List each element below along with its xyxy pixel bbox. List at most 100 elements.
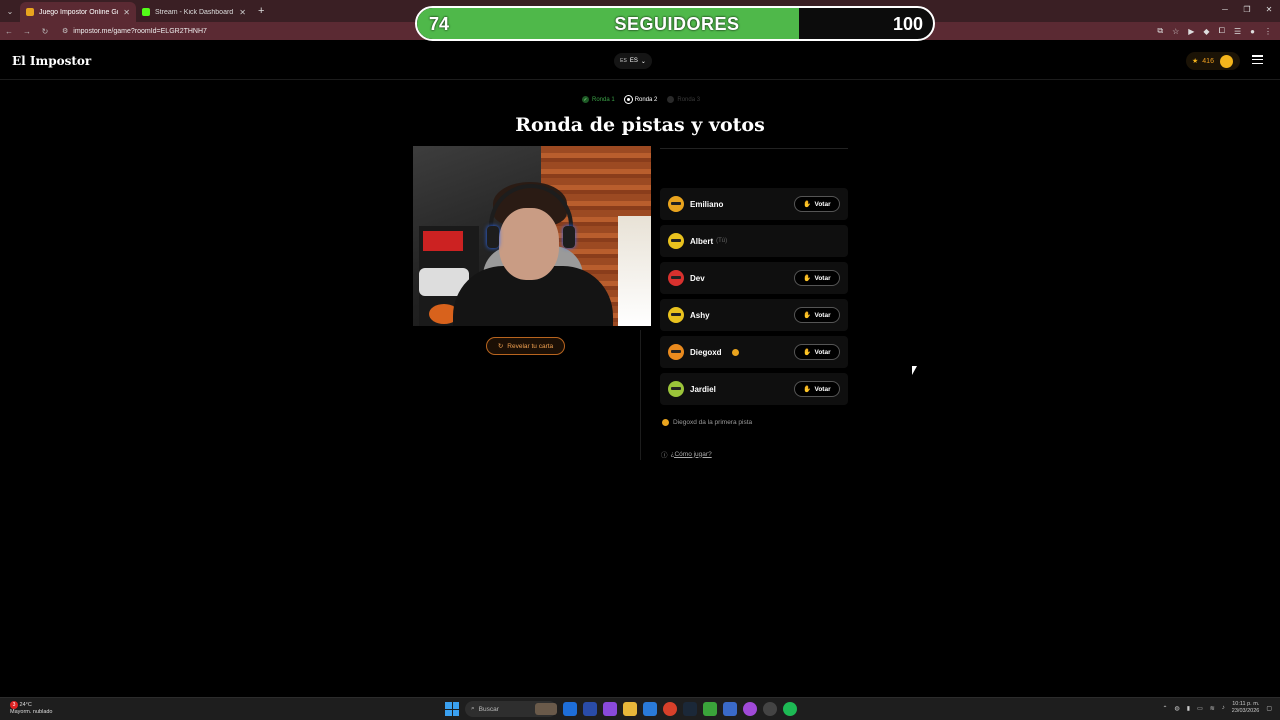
tab-kick[interactable]: Stream - Kick Dashboard ✕ (136, 2, 252, 22)
copilot-icon[interactable] (563, 702, 577, 716)
messenger-icon[interactable] (743, 702, 757, 716)
webcam-video (413, 146, 651, 326)
mic-icon[interactable]: ▮ (1187, 705, 1190, 712)
taskbar-apps: ⌕ Buscar (445, 701, 797, 717)
site-info-icon[interactable]: ⚙ (62, 27, 68, 35)
clock-time: 10:11 p. m. (1232, 701, 1260, 707)
followers-goal-bar: 74 SEGUIDORES 100 (415, 6, 935, 41)
hand-icon: ✋ (803, 312, 812, 319)
player-avatar-icon (668, 270, 684, 286)
bookmark-star-icon[interactable]: ☆ (1172, 27, 1179, 36)
url-text: impostor.me/game?roomId=ELGR2THNH7 (73, 27, 207, 35)
search-icon: ⌕ (471, 705, 475, 712)
vote-button[interactable]: ✋ Votar (794, 270, 840, 286)
chevron-up-icon[interactable]: ⌃ (1163, 705, 1168, 712)
step-round-2: Ronda 2 (624, 96, 657, 103)
vertical-divider (640, 330, 641, 460)
minimize-icon[interactable]: ─ (1214, 0, 1236, 22)
extensions-area: ⧉ ☆ ▶ ◆ ⧠ ☰ ● ⋮ (1157, 22, 1272, 40)
vote-button[interactable]: ✋ Votar (794, 307, 840, 323)
hand-icon: ✋ (803, 386, 812, 393)
volume-icon[interactable]: ♪ (1222, 705, 1225, 711)
install-icon[interactable]: ⧉ (1157, 26, 1163, 36)
impostor-favicon-icon (26, 8, 34, 16)
browser-menu-icon[interactable]: ⋮ (1264, 27, 1272, 36)
display-icon[interactable]: ▭ (1197, 705, 1203, 712)
system-tray: ⌃ ◍ ▮ ▭ ≋ ♪ 10:11 p. m. 23/03/2026 ▢ (1163, 701, 1273, 715)
notifications-icon[interactable]: ▢ (1266, 705, 1272, 712)
profile-icon[interactable]: ● (1250, 27, 1255, 36)
network-icon[interactable]: ◍ (1175, 705, 1180, 712)
taskbar-search-label: Buscar (478, 705, 499, 713)
app-icon[interactable] (723, 702, 737, 716)
app-header: El Impostor ES ES ⌄ ★ 416 (0, 40, 1280, 80)
forward-icon[interactable]: → (18, 27, 36, 36)
hamburger-menu-icon[interactable] (1252, 55, 1263, 64)
language-selector[interactable]: ES ES ⌄ (614, 53, 652, 69)
restore-icon[interactable]: ❐ (1236, 0, 1258, 22)
close-window-icon[interactable]: ✕ (1258, 0, 1280, 22)
coins-balance[interactable]: ★ 416 (1186, 52, 1240, 70)
step-round-1: ✓ Ronda 1 (582, 96, 615, 103)
spotify-icon[interactable] (783, 702, 797, 716)
mail-icon[interactable] (643, 702, 657, 716)
close-tab-icon[interactable]: ✕ (123, 8, 130, 17)
obs-icon[interactable] (763, 702, 777, 716)
check-icon: ✓ (582, 96, 589, 103)
tab-impostor[interactable]: Juego Impostor Online Gratis ✕ (20, 2, 136, 22)
app-logo[interactable]: El Impostor (12, 54, 91, 68)
reading-list-icon[interactable]: ☰ (1234, 27, 1241, 36)
vote-label: Votar (814, 311, 831, 319)
reveal-card-label: Revelar tu carta (507, 342, 554, 350)
turn-indicator-icon (731, 348, 739, 356)
player-row: Ashy ✋ Votar (660, 299, 848, 331)
minecraft-icon[interactable] (703, 702, 717, 716)
weather-widget[interactable]: 3 24°C Mayorm. nublado (10, 701, 53, 716)
taskbar-search[interactable]: ⌕ Buscar (465, 701, 557, 717)
player-name: Diegoxd (690, 347, 722, 357)
tab-search-chevron-icon[interactable]: ⌄ (0, 0, 20, 22)
clock-date: 23/03/2026 (1231, 708, 1260, 714)
clue-turn-text: Diegoxd da la primera pista (673, 419, 753, 426)
how-to-play-link[interactable]: ⓘ ¿Cómo jugar? (661, 449, 712, 460)
step-label: Ronda 1 (592, 96, 615, 103)
url-field[interactable]: ⚙ impostor.me/game?roomId=ELGR2THNH7 (58, 24, 408, 38)
hand-icon: ✋ (803, 275, 812, 282)
player-avatar-icon (668, 196, 684, 212)
file-explorer-icon[interactable] (623, 702, 637, 716)
extension-play-icon[interactable]: ▶ (1188, 27, 1194, 36)
extension-diamond-icon[interactable]: ◆ (1203, 27, 1209, 36)
search-highlight-image (535, 703, 557, 715)
windows-taskbar: 3 24°C Mayorm. nublado ⌕ Buscar ⌃ ◍ ▮ ▭ … (0, 697, 1280, 720)
player-avatar-icon (668, 381, 684, 397)
current-step-icon (624, 96, 632, 103)
reveal-card-button[interactable]: ↻ Revelar tu carta (486, 337, 565, 355)
back-icon[interactable]: ← (0, 27, 18, 36)
close-tab-icon[interactable]: ✕ (239, 8, 246, 17)
weather-badge: 3 (10, 701, 18, 709)
wifi-icon[interactable]: ≋ (1210, 705, 1215, 712)
player-row: Jardiel ✋ Votar (660, 373, 848, 405)
windows-start-icon[interactable] (445, 702, 459, 716)
app-icon[interactable] (603, 702, 617, 716)
vote-label: Votar (814, 348, 831, 356)
coins-count: 416 (1202, 57, 1214, 65)
vote-button[interactable]: ✋ Votar (794, 344, 840, 360)
hand-icon: ✋ (803, 349, 812, 356)
vote-label: Votar (814, 200, 831, 208)
reload-icon[interactable]: ↻ (36, 27, 54, 36)
steam-icon[interactable] (683, 702, 697, 716)
hand-icon: ✋ (803, 201, 812, 208)
star-icon: ★ (1192, 58, 1199, 65)
chrome-icon[interactable] (663, 702, 677, 716)
window-controls: ─ ❐ ✕ (1214, 0, 1280, 22)
player-name: Emiliano (690, 199, 724, 209)
vote-button[interactable]: ✋ Votar (794, 381, 840, 397)
vote-button[interactable]: ✋ Votar (794, 196, 840, 212)
players-list: Emiliano ✋ Votar Albert (Tú) Dev ✋ Votar… (660, 188, 848, 410)
clock[interactable]: 10:11 p. m. 23/03/2026 (1232, 701, 1260, 715)
store-icon[interactable] (583, 702, 597, 716)
player-row: Dev ✋ Votar (660, 262, 848, 294)
extensions-puzzle-icon[interactable]: ⧠ (1219, 26, 1225, 36)
new-tab-icon[interactable]: + (252, 5, 270, 17)
